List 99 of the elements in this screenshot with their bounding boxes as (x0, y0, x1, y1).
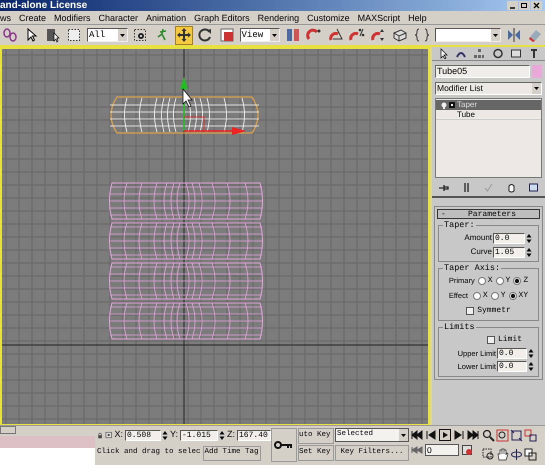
stack-item[interactable]: Tube (436, 110, 541, 120)
object-name-field[interactable]: Tube05 (435, 65, 530, 78)
radio-label: X (482, 290, 488, 302)
radio-button[interactable] (490, 292, 499, 300)
group-title: Limits (443, 322, 476, 332)
caret-icon[interactable] (399, 429, 408, 441)
caret-icon[interactable] (118, 29, 127, 41)
region-zoom-icon[interactable] (482, 448, 495, 460)
modifier-list-dropdown[interactable]: Modifier List (435, 82, 542, 95)
stack-item[interactable]: Taper (436, 100, 541, 110)
radio-button[interactable] (496, 277, 504, 285)
curve-field[interactable]: 1.05 (493, 246, 525, 258)
radio-button[interactable] (513, 277, 522, 285)
stack-label: Taper (457, 100, 478, 110)
orbit-icon[interactable] (510, 448, 523, 460)
object-color-swatch[interactable] (532, 65, 542, 78)
key-mode-toggle-icon[interactable] (411, 444, 423, 456)
rollout-title: Parameters (468, 210, 516, 218)
caret-icon[interactable] (532, 83, 541, 94)
key-icon (274, 440, 294, 450)
radio-label: Z (523, 275, 528, 287)
move-gizmo-drawing[interactable] (180, 77, 246, 135)
bulb-icon[interactable] (441, 102, 447, 108)
current-frame-field[interactable]: 0 (425, 444, 459, 456)
pin-icon[interactable] (438, 182, 449, 193)
radio-label: XY (518, 290, 528, 302)
selected-tube-drawing[interactable] (110, 96, 260, 134)
curve-label: Curve (470, 246, 492, 258)
toolbar-dropdown[interactable] (434, 28, 501, 42)
menu-item[interactable]: Character (98, 12, 138, 24)
check-icon[interactable] (483, 182, 494, 193)
maximize-viewport-icon[interactable] (524, 448, 537, 460)
dropdown-value: Modifier List (436, 83, 483, 94)
radio-label: Y (500, 290, 506, 302)
y-label: Y: (170, 428, 178, 442)
menu-item[interactable]: Help (408, 12, 427, 24)
skip-start-icon[interactable] (411, 429, 423, 441)
time-configuration-icon[interactable] (461, 444, 473, 456)
zoom-extents-all-icon[interactable] (524, 429, 537, 442)
upper-limit-field[interactable]: 0.0 (497, 348, 527, 360)
checkbox[interactable] (486, 336, 495, 344)
amount-label: Amount (464, 232, 492, 244)
menu-item[interactable]: Customize (307, 12, 350, 24)
square-icon[interactable] (449, 102, 455, 108)
menu-item[interactable]: Rendering (258, 12, 300, 24)
cylinder-icon[interactable] (506, 182, 516, 193)
radio-label: Y (506, 275, 510, 287)
y-coordinate-field[interactable]: -1.015 (180, 430, 218, 440)
z-coordinate-field[interactable]: 167.40 (237, 430, 271, 440)
next-frame-icon[interactable] (453, 429, 465, 441)
zoom-magnifier-icon[interactable] (482, 429, 495, 442)
menu-item[interactable]: MAXScript (358, 12, 400, 24)
tube-stack-drawing[interactable] (109, 182, 263, 340)
menu-item[interactable]: Animation (146, 12, 186, 24)
caret-icon[interactable] (491, 29, 500, 41)
toolbar-dropdown[interactable]: View (240, 28, 280, 42)
group-title: Taper Axis: (443, 263, 502, 273)
toolbar-dropdown[interactable]: All (86, 28, 128, 42)
previous-frame-icon[interactable] (425, 429, 437, 441)
lower-limit-field[interactable]: 0.0 (497, 361, 527, 372)
rollout-header[interactable]: - Parameters (437, 209, 540, 219)
monitor-tab-icon[interactable] (510, 48, 522, 59)
menu-item[interactable]: Create (19, 12, 46, 24)
set-key-button[interactable] (271, 428, 297, 462)
dropdown-value: View (240, 29, 264, 41)
radio-button[interactable] (472, 292, 481, 300)
mouse-cursor-icon (182, 88, 193, 108)
menu-item[interactable]: Modifiers (54, 12, 91, 24)
window-icon[interactable] (528, 182, 539, 193)
radio-label: X (488, 275, 493, 287)
maxscript-input-field[interactable] (0, 448, 95, 465)
amount-field[interactable]: 0.0 (493, 232, 525, 244)
circle-tab-icon[interactable] (492, 48, 504, 59)
minimize-icon[interactable] (507, 1, 518, 10)
group-title: Taper: (443, 220, 476, 230)
checkbox[interactable] (466, 307, 474, 315)
play-icon[interactable] (439, 429, 451, 441)
zoom-all-icon[interactable] (496, 429, 509, 442)
x-coordinate-field[interactable]: 0.508 (124, 430, 161, 440)
checkbox-label: Symmetr (477, 305, 511, 317)
dropdown-value: All (88, 29, 106, 41)
caret-icon[interactable] (270, 29, 280, 41)
stack-label: Tube (457, 110, 475, 120)
pan-hand-icon[interactable] (496, 448, 509, 460)
collapse-toggle[interactable]: - (438, 210, 468, 218)
z-label: Z: (227, 428, 235, 442)
radio-button[interactable] (478, 277, 486, 285)
absolute-mode-icon[interactable] (105, 429, 112, 441)
tree-tab-icon[interactable] (473, 48, 486, 59)
close-icon[interactable] (531, 1, 542, 10)
x-label: X: (114, 428, 123, 442)
menu-item[interactable]: Graph Editors (194, 12, 250, 24)
zoom-extents-icon[interactable] (510, 429, 523, 442)
skip-end-icon[interactable] (467, 429, 479, 441)
restore-icon[interactable] (519, 1, 530, 10)
window-title: and-alone License (0, 0, 88, 11)
checkbox-label: Limit (498, 334, 522, 346)
radio-button[interactable] (508, 292, 517, 300)
menu-item[interactable]: ws (0, 12, 11, 24)
